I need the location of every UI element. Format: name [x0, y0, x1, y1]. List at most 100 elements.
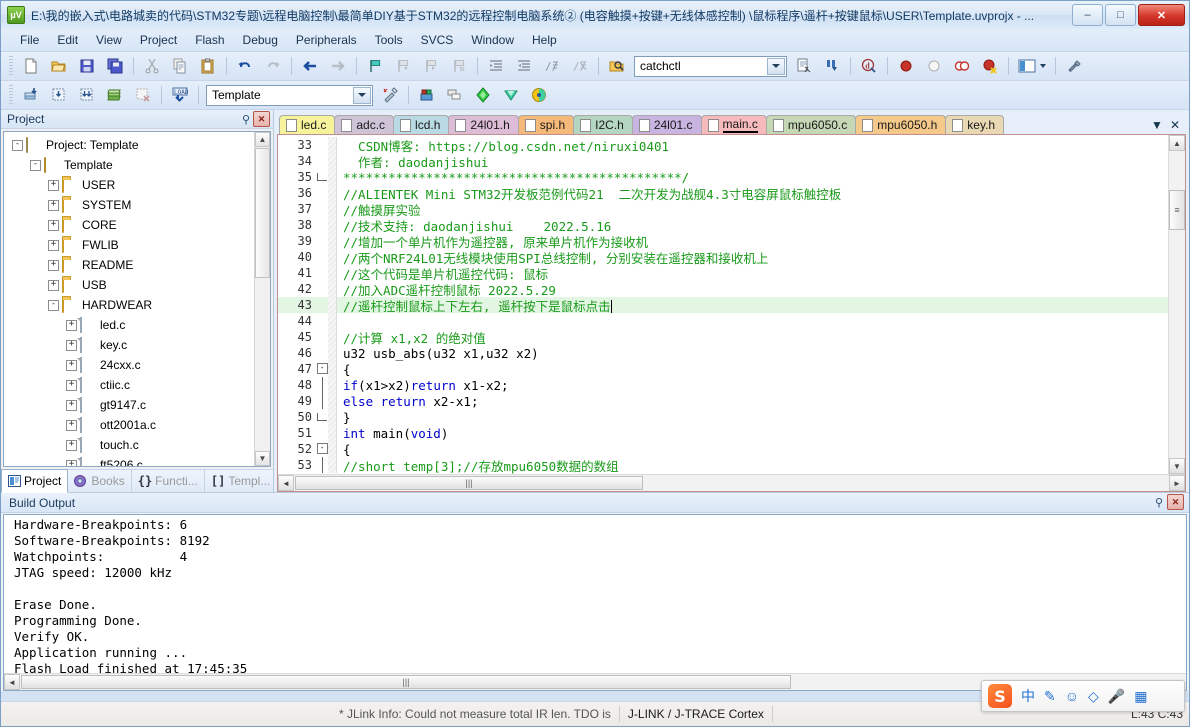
scroll-left-icon[interactable]: ◄ — [278, 475, 294, 491]
tree-item[interactable]: + SYSTEM — [4, 195, 255, 215]
multi-project-icon[interactable] — [442, 83, 468, 107]
redo-icon[interactable] — [260, 54, 286, 78]
scroll-right-icon[interactable]: ► — [1169, 475, 1185, 491]
pin-icon[interactable]: ⚲ — [242, 113, 250, 126]
expand-icon[interactable]: + — [48, 239, 59, 251]
outdent-icon[interactable] — [511, 54, 537, 78]
manage-project-items-icon[interactable] — [414, 83, 440, 107]
breakpoint-disable-all-icon[interactable] — [949, 54, 975, 78]
expand-icon[interactable]: + — [48, 279, 59, 291]
tree-item[interactable]: - Template — [4, 155, 255, 175]
breakpoint-kill-all-icon[interactable] — [977, 54, 1003, 78]
code-line[interactable]: 43 //遥杆控制鼠标上下左右, 遥杆按下是鼠标点击 — [278, 297, 1169, 314]
menu-peripherals[interactable]: Peripherals — [287, 31, 366, 49]
chevron-down-icon[interactable] — [353, 86, 371, 104]
find-next-icon[interactable] — [791, 54, 817, 78]
expand-icon[interactable]: + — [48, 199, 59, 211]
debug-session-icon[interactable]: d — [856, 54, 882, 78]
expand-icon[interactable]: + — [66, 359, 77, 371]
tab-books[interactable]: Books — [68, 470, 132, 492]
editor-tab-24l01-c[interactable]: 24l01.c — [631, 115, 702, 134]
tree-item[interactable]: + FWLIB — [4, 235, 255, 255]
scroll-left-icon[interactable]: ◄ — [4, 674, 20, 690]
tree-item[interactable]: + USER — [4, 175, 255, 195]
navigate-back-icon[interactable] — [297, 54, 323, 78]
stop-build-icon[interactable] — [130, 83, 156, 107]
save-icon[interactable] — [74, 54, 100, 78]
fold-marker[interactable]: - — [316, 443, 328, 455]
menu-file[interactable]: File — [11, 31, 48, 49]
ime-mode-chinese-icon[interactable]: 中 — [1021, 686, 1035, 706]
fold-marker[interactable]: - — [316, 363, 328, 375]
tab-templates[interactable]: [] Templ... — [205, 470, 278, 492]
editor-tab-lcd-h[interactable]: lcd.h — [393, 115, 450, 134]
code-line[interactable]: 34 作者: daodanjishui — [278, 153, 1169, 170]
open-file-icon[interactable] — [46, 54, 72, 78]
paste-icon[interactable] — [195, 54, 221, 78]
toolbar-grip[interactable] — [9, 56, 13, 76]
scrollbar-thumb[interactable] — [255, 148, 270, 278]
ime-toolbar[interactable]: S 中 ✎ ☺ ◇ 🎤 ▦ — [981, 680, 1185, 712]
tab-functions[interactable]: {} Functi... — [132, 470, 205, 492]
code-line[interactable]: 47- { — [278, 361, 1169, 377]
editor-tab-24l01-h[interactable]: 24l01.h — [448, 115, 519, 134]
menu-flash[interactable]: Flash — [186, 31, 233, 49]
editor-tab-key-h[interactable]: key.h — [945, 115, 1005, 134]
window-layout-icon[interactable] — [1014, 54, 1050, 78]
sogou-logo-icon[interactable]: S — [988, 684, 1012, 708]
code-line[interactable]: 51 int main(void) — [278, 425, 1169, 441]
find-in-files-icon[interactable] — [604, 54, 630, 78]
bookmark-toggle-icon[interactable] — [362, 54, 388, 78]
code-line[interactable]: 48 if(x1>x2)return x1-x2; — [278, 377, 1169, 393]
tree-item[interactable]: + CORE — [4, 215, 255, 235]
search-combo[interactable]: catchctl — [634, 55, 787, 77]
expand-icon[interactable]: + — [66, 339, 77, 351]
menu-tools[interactable]: Tools — [366, 31, 412, 49]
scrollbar-thumb[interactable]: ||| — [21, 675, 791, 689]
code-line[interactable]: 53 //short temp[3];//存放mpu6050数据的数组 — [278, 457, 1169, 474]
tree-item[interactable]: + ft5206.c — [4, 455, 255, 466]
copy-icon[interactable] — [167, 54, 193, 78]
code-lines[interactable]: 33 CSDN博客: https://blog.csdn.net/niruxi0… — [278, 135, 1169, 474]
chevron-down-icon[interactable] — [767, 57, 785, 75]
pack-installer-icon[interactable] — [470, 83, 496, 107]
target-select-value[interactable]: Template — [212, 88, 261, 102]
scroll-down-icon[interactable]: ▼ — [255, 451, 270, 466]
menu-debug[interactable]: Debug — [234, 31, 287, 49]
code-line[interactable]: 46 u32 usb_abs(u32 x1,u32 x2) — [278, 345, 1169, 361]
ime-voice-icon[interactable]: 🎤 — [1108, 688, 1125, 705]
tree-item[interactable]: + README — [4, 255, 255, 275]
download-icon[interactable]: LOAD — [167, 83, 193, 107]
scroll-up-icon[interactable]: ▲ — [1169, 135, 1185, 151]
bookmark-clear-icon[interactable] — [446, 54, 472, 78]
menu-project[interactable]: Project — [131, 31, 186, 49]
code-line[interactable]: 50} — [278, 409, 1169, 425]
ime-toolbox-icon[interactable]: ▦ — [1134, 688, 1147, 705]
comment-icon[interactable]: // — [539, 54, 565, 78]
target-combo[interactable]: Template — [206, 84, 373, 106]
scroll-down-icon[interactable]: ▼ — [1169, 458, 1185, 474]
project-tree-scrollbar[interactable]: ▲ ▼ — [254, 132, 270, 466]
collapse-icon[interactable]: - — [48, 299, 59, 311]
expand-icon[interactable]: + — [48, 179, 59, 191]
toolbar-grip[interactable] — [9, 85, 13, 105]
code-line[interactable]: 45 //计算 x1,x2 的绝对值 — [278, 329, 1169, 346]
ime-emoji-icon[interactable]: ☺ — [1065, 688, 1079, 704]
menu-edit[interactable]: Edit — [48, 31, 87, 49]
close-icon[interactable]: ✕ — [253, 111, 270, 127]
tree-item[interactable]: + led.c — [4, 315, 255, 335]
expand-icon[interactable]: + — [66, 439, 77, 451]
breakpoint-insert-icon[interactable] — [893, 54, 919, 78]
editor-tab-mpu6050-c[interactable]: mpu6050.c — [765, 115, 857, 134]
incremental-find-icon[interactable] — [819, 54, 845, 78]
cut-icon[interactable] — [139, 54, 165, 78]
breakpoint-disable-icon[interactable] — [921, 54, 947, 78]
ime-handwriting-icon[interactable]: ◇ — [1088, 688, 1099, 705]
batch-build-icon[interactable] — [102, 83, 128, 107]
editor-tab-I2C-h[interactable]: I2C.h — [573, 115, 633, 134]
tree-item[interactable]: + touch.c — [4, 435, 255, 455]
scroll-up-icon[interactable]: ▲ — [255, 132, 270, 147]
tree-item[interactable]: + USB — [4, 275, 255, 295]
menu-svcs[interactable]: SVCS — [412, 31, 463, 49]
uncomment-icon[interactable]: // — [567, 54, 593, 78]
